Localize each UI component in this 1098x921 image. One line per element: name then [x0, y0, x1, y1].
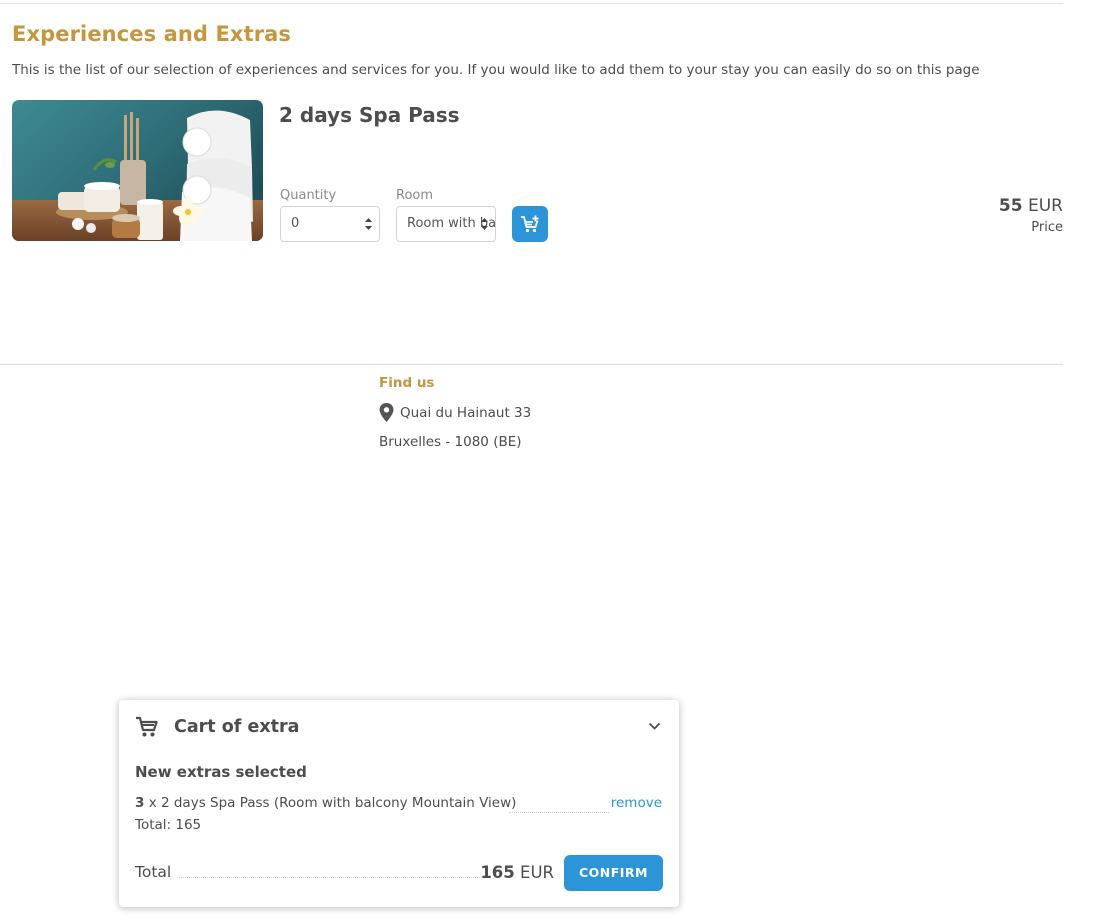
room-select[interactable]: Room with balcony Mountain View	[396, 206, 496, 242]
cart-header[interactable]: Cart of extra	[135, 716, 299, 738]
cart-section-title: New extras selected	[135, 763, 307, 781]
find-us-title: Find us	[379, 375, 435, 391]
cart-title: Cart of extra	[174, 717, 300, 737]
dotted-leader	[509, 812, 609, 813]
product-name: 2 days Spa Pass	[279, 103, 460, 127]
quantity-select-value: 0	[291, 216, 300, 231]
quantity-label: Quantity	[280, 188, 337, 203]
price-amount: 55	[998, 196, 1023, 216]
select-arrows-icon	[481, 218, 488, 230]
product-image	[12, 100, 263, 241]
cart-total-amount: 165 EUR	[480, 863, 554, 882]
quantity-select[interactable]: 0	[280, 206, 380, 242]
footer-divider	[0, 364, 1063, 365]
confirm-button[interactable]: CONFIRM	[564, 855, 663, 891]
price-block: 55 EUR Price	[999, 196, 1063, 235]
cart-plus-icon	[521, 215, 539, 233]
cart-total-number: 165	[480, 863, 515, 882]
cart-item-qty: 3	[135, 795, 145, 811]
price-currency: EUR	[1028, 196, 1063, 216]
cart-panel: Cart of extra New extras selected 3 x 2 …	[119, 700, 679, 907]
cart-total-currency: EUR	[520, 863, 554, 882]
add-to-cart-button[interactable]	[512, 206, 548, 242]
price-caption: Price	[1031, 220, 1063, 235]
address-line-2: Bruxelles - 1080 (BE)	[379, 434, 522, 450]
top-divider	[0, 3, 1063, 4]
remove-item-link[interactable]: remove	[611, 795, 662, 811]
map-pin-icon	[379, 403, 394, 422]
room-label: Room	[396, 188, 434, 203]
page-intro: This is the list of our selection of exp…	[12, 62, 980, 78]
price-value: 55 EUR	[999, 196, 1063, 216]
page-title: Experiences and Extras	[12, 22, 292, 46]
select-arrows-icon	[365, 218, 372, 230]
cart-item-text: x 2 days Spa Pass (Room with balcony Mou…	[144, 795, 517, 811]
cart-item-description: 3 x 2 days Spa Pass (Room with balcony M…	[135, 795, 516, 811]
dotted-leader	[179, 877, 484, 878]
cart-item-total: Total: 165	[135, 817, 202, 833]
chevron-down-icon[interactable]	[648, 722, 661, 731]
cart-icon	[136, 716, 158, 737]
cart-total-label: Total	[135, 863, 172, 881]
address-street: Quai du Hainaut 33	[400, 404, 532, 421]
address-line-1: Quai du Hainaut 33	[379, 403, 531, 422]
